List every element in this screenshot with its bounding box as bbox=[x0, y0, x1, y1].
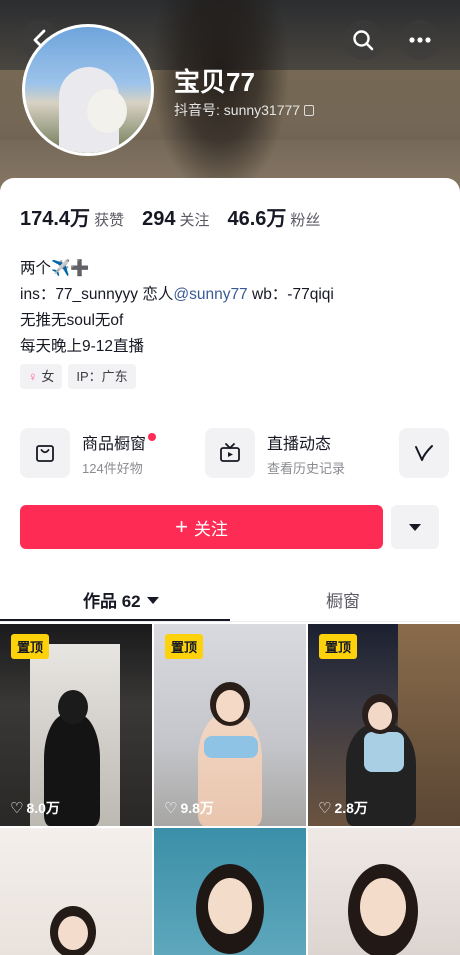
like-count: ♡ 2.8万 bbox=[318, 798, 368, 818]
shopping-bag-icon bbox=[20, 428, 70, 478]
heart-icon: ♡ bbox=[10, 800, 24, 817]
stat-likes[interactable]: 174.4万 获赞 bbox=[20, 202, 124, 231]
video-thumbnail[interactable]: 置顶 ♡ 9.8万 bbox=[154, 624, 306, 826]
video-thumbnail[interactable] bbox=[154, 828, 306, 955]
caret-down-icon bbox=[409, 523, 421, 531]
ip-tag: IP：广东 bbox=[68, 364, 136, 389]
divider bbox=[0, 621, 460, 622]
bio-line: 每天晚上9-12直播 bbox=[20, 338, 145, 355]
copy-icon[interactable] bbox=[304, 105, 315, 116]
live-subtitle: 查看历史记录 bbox=[267, 460, 346, 476]
avatar-dog bbox=[87, 89, 127, 133]
douyin-id[interactable]: 抖音号: sunny31777 bbox=[174, 100, 315, 120]
video-thumbnail[interactable]: 置顶 ♡ 8.0万 bbox=[0, 624, 152, 826]
live-title: 直播动态 bbox=[267, 435, 332, 453]
bio-line: ins：77_sunnyyy 恋人@sunny77 wb：-77qiqi bbox=[20, 282, 334, 308]
stat-following[interactable]: 294 关注 bbox=[142, 208, 209, 231]
bio-text: ins：77_sunnyyy 恋人 bbox=[20, 286, 174, 303]
like-count: ♡ 8.0万 bbox=[10, 798, 60, 818]
stat-label: 关注 bbox=[179, 212, 210, 229]
heart-icon: ♡ bbox=[318, 800, 332, 817]
tab-works-label: 作品 62 bbox=[83, 592, 141, 611]
shop-window-shortcut[interactable]: 商品橱窗 124件好物 bbox=[20, 428, 157, 478]
pinned-badge: 置顶 bbox=[11, 634, 50, 659]
video-thumbnail[interactable] bbox=[0, 828, 152, 955]
like-count-value: 2.8万 bbox=[334, 800, 368, 816]
heart-icon: ♡ bbox=[164, 800, 178, 817]
douyin-id-text: 抖音号: sunny31777 bbox=[174, 102, 301, 118]
tab-works[interactable]: 作品 62 bbox=[83, 587, 159, 612]
stat-followers[interactable]: 46.6万 粉丝 bbox=[227, 202, 320, 231]
extra-shortcut[interactable] bbox=[399, 428, 449, 478]
pinned-badge: 置顶 bbox=[319, 634, 358, 659]
more-options-dropdown[interactable] bbox=[391, 505, 439, 549]
mention-link[interactable]: @sunny77 bbox=[173, 286, 247, 303]
search-button[interactable] bbox=[343, 20, 383, 60]
like-count-value: 8.0万 bbox=[26, 800, 60, 816]
more-button[interactable] bbox=[400, 20, 440, 60]
like-count: ♡ 9.8万 bbox=[164, 798, 214, 818]
stat-value: 294 bbox=[142, 208, 176, 230]
tv-icon bbox=[205, 428, 255, 478]
video-thumbnail[interactable] bbox=[308, 828, 460, 955]
stats-row: 174.4万 获赞 294 关注 46.6万 粉丝 bbox=[20, 202, 338, 231]
tab-shop-window[interactable]: 橱窗 bbox=[326, 587, 360, 612]
follow-label: 关注 bbox=[193, 519, 228, 539]
gender-tag: ♀ 女 bbox=[20, 364, 63, 389]
bio-text: wb：-77qiqi bbox=[247, 286, 334, 303]
notification-dot bbox=[148, 432, 157, 441]
stat-label: 获赞 bbox=[94, 212, 125, 229]
stat-label: 粉丝 bbox=[290, 212, 321, 229]
stat-value: 174.4万 bbox=[20, 208, 91, 230]
search-icon bbox=[353, 30, 374, 51]
shop-subtitle: 124件好物 bbox=[82, 460, 143, 476]
female-icon: ♀ bbox=[28, 369, 38, 384]
gender-label: 女 bbox=[41, 369, 55, 384]
nickname: 宝贝77 bbox=[174, 67, 255, 97]
v-logo-icon bbox=[399, 428, 449, 478]
like-count-value: 9.8万 bbox=[180, 800, 214, 816]
bio-line: 两个✈️➕ bbox=[20, 260, 90, 277]
stat-value: 46.6万 bbox=[227, 208, 287, 230]
live-history-shortcut[interactable]: 直播动态 查看历史记录 bbox=[205, 428, 345, 478]
profile-tags: ♀ 女 IP：广东 bbox=[20, 364, 142, 389]
caret-down-icon bbox=[146, 597, 159, 604]
bio: 两个✈️➕ ins：77_sunnyyy 恋人@sunny77 wb：-77qi… bbox=[20, 256, 334, 360]
video-thumbnail[interactable]: 置顶 ♡ 2.8万 bbox=[308, 624, 460, 826]
pinned-badge: 置顶 bbox=[165, 634, 204, 659]
more-icon bbox=[409, 37, 431, 43]
shop-title: 商品橱窗 bbox=[82, 435, 147, 453]
bio-line: 无推无soul无of bbox=[20, 312, 124, 329]
avatar[interactable] bbox=[22, 24, 154, 156]
plus-icon: + bbox=[175, 514, 188, 539]
follow-button[interactable]: + 关注 bbox=[20, 505, 383, 549]
